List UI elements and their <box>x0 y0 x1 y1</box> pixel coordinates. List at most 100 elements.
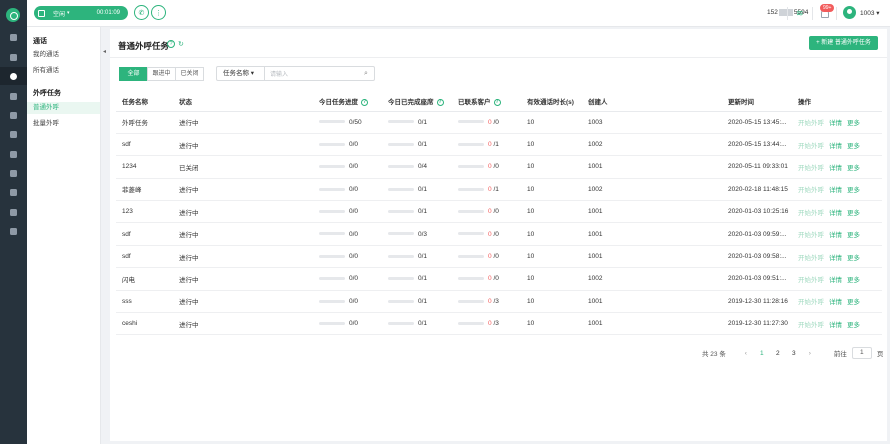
more-link[interactable]: 更多 <box>847 299 860 306</box>
page-2[interactable]: 2 <box>770 350 786 357</box>
agent-status-dropdown[interactable]: 空闲 ▾ 00:01:09 <box>34 6 128 20</box>
help-icon[interactable]: ? <box>361 98 368 106</box>
keypad-button[interactable]: ⋮ <box>151 5 166 20</box>
detail-link[interactable]: 详情 <box>829 210 842 217</box>
nav-item-batch-outbound[interactable]: 批量外呼 <box>27 118 100 130</box>
divider <box>812 7 813 20</box>
help-icon[interactable]: ? <box>436 98 444 106</box>
book-icon[interactable] <box>0 203 27 221</box>
detail-link[interactable]: 详情 <box>829 187 842 194</box>
more-link[interactable]: 更多 <box>847 255 860 262</box>
start-call-link[interactable]: 开始外呼 <box>798 277 824 284</box>
task-progress-cell: 0/0 <box>313 155 382 179</box>
more-link[interactable]: 更多 <box>847 277 860 284</box>
task-progress-cell: 0/0 <box>313 245 382 269</box>
more-link[interactable]: 更多 <box>847 187 860 194</box>
nav-item-all-calls[interactable]: 所有通话 <box>27 65 100 77</box>
user-menu[interactable]: 1003 ▾ <box>860 9 880 17</box>
detail-link[interactable]: 详情 <box>829 232 842 239</box>
more-link[interactable]: 更多 <box>847 165 860 172</box>
task-progress-cell: 0/0 <box>313 312 382 336</box>
page-1[interactable]: 1 <box>754 350 770 357</box>
task-progress-cell: 0/0 <box>313 178 382 202</box>
detail-link[interactable]: 详情 <box>829 322 842 329</box>
detail-link[interactable]: 详情 <box>829 255 842 262</box>
task-progress: 0/0 <box>349 230 359 238</box>
message-icon[interactable] <box>0 125 27 143</box>
agents-cell: 0/1 <box>382 178 452 202</box>
contacts-icon[interactable] <box>0 48 27 66</box>
progress-bar <box>319 254 345 258</box>
task-progress: 0/0 <box>349 185 359 193</box>
start-call-link[interactable]: 开始外呼 <box>798 120 824 127</box>
contacted-cell: 0 /1 <box>452 178 521 202</box>
dial-phone-button[interactable]: ✆ <box>134 5 149 20</box>
start-call-link[interactable]: 开始外呼 <box>798 232 824 239</box>
collapse-sidebar-icon[interactable]: ◂ <box>103 48 106 55</box>
prev-page-icon[interactable]: ‹ <box>738 350 754 357</box>
new-task-button[interactable]: + 新建 普通外呼任务 <box>809 36 878 50</box>
start-call-link[interactable]: 开始外呼 <box>798 322 824 329</box>
task-status: 进行中 <box>173 111 313 134</box>
report-icon[interactable] <box>0 183 27 201</box>
user-icon[interactable] <box>0 145 27 163</box>
nav-item-my-calls[interactable]: 我的通话 <box>27 49 100 61</box>
goto-page-input[interactable]: 1 <box>851 347 872 359</box>
monitor-icon[interactable] <box>0 164 27 182</box>
tab-all[interactable]: 全部 <box>119 67 148 81</box>
nav-item-normal-outbound[interactable]: 普通外呼 <box>27 102 100 114</box>
search-input[interactable]: 请输入 <box>265 69 364 78</box>
avatar[interactable] <box>843 6 856 19</box>
table-row: 1234 已关闭 0/0 0/4 0 /0 10 1001 2020-05-11 09:33:… <box>116 155 882 179</box>
secondary-sidebar: 通话 我的通话 所有通话 外呼任务 普通外呼 批量外呼 <box>27 27 101 444</box>
table-header-row: 任务名称 状态 今日任务进度? 今日已完成座席? 已联系客户? 有效通话时长(s… <box>116 91 882 112</box>
settings-icon[interactable] <box>0 222 27 240</box>
more-link[interactable]: 更多 <box>847 120 860 127</box>
progress-bar <box>319 299 345 303</box>
agents-done: 0/1 <box>418 253 428 261</box>
actions-cell: 开始外呼 详情 更多 <box>792 133 882 157</box>
filter-field-select[interactable]: 任务名称 ▾ <box>217 67 265 80</box>
start-call-link[interactable]: 开始外呼 <box>798 255 824 262</box>
detail-link[interactable]: 详情 <box>829 299 842 306</box>
start-call-link[interactable]: 开始外呼 <box>798 165 824 172</box>
chat-icon[interactable] <box>0 106 27 124</box>
start-call-link[interactable]: 开始外呼 <box>798 299 824 306</box>
tab-following[interactable]: 跟进中 <box>147 67 176 81</box>
contacted-cell: 0 /0 <box>452 200 521 224</box>
phone-icon[interactable] <box>0 67 27 85</box>
more-link[interactable]: 更多 <box>847 322 860 329</box>
col-header: 任务名称 <box>116 91 173 112</box>
updated-time: 2020-05-11 09:33:01 <box>722 155 792 179</box>
more-link[interactable]: 更多 <box>847 232 860 239</box>
notification-badge: 99+ <box>820 4 835 12</box>
next-page-icon[interactable]: › <box>802 350 818 357</box>
detail-link[interactable]: 详情 <box>829 120 842 127</box>
task-name: sdf <box>116 245 173 269</box>
detail-link[interactable]: 详情 <box>829 165 842 172</box>
start-call-link[interactable]: 开始外呼 <box>798 143 824 150</box>
document-icon[interactable] <box>0 87 27 105</box>
start-call-link[interactable]: 开始外呼 <box>798 187 824 194</box>
more-link[interactable]: 更多 <box>847 143 860 150</box>
page-3[interactable]: 3 <box>786 350 802 357</box>
progress-bar <box>319 232 345 236</box>
agents-done: 0/1 <box>418 208 428 216</box>
detail-link[interactable]: 详情 <box>829 143 842 150</box>
progress-bar <box>458 232 484 236</box>
updated-time: 2019-12-30 11:27:30 <box>722 312 792 336</box>
agents-done: 0/4 <box>418 163 428 171</box>
refresh-icon[interactable]: ↻ <box>178 40 184 48</box>
search-icon[interactable]: ⌕ <box>364 70 374 78</box>
task-progress: 0/50 <box>349 118 362 126</box>
progress-bar <box>458 142 484 146</box>
tab-closed[interactable]: 已关闭 <box>175 67 204 81</box>
start-call-link[interactable]: 开始外呼 <box>798 210 824 217</box>
help-icon[interactable]: ? <box>493 98 501 106</box>
contacted-total: /3 <box>493 320 499 328</box>
detail-link[interactable]: 详情 <box>829 277 842 284</box>
home-icon[interactable] <box>0 28 27 46</box>
task-status: 进行中 <box>173 312 313 336</box>
more-link[interactable]: 更多 <box>847 210 860 217</box>
help-icon[interactable]: ? <box>167 40 175 48</box>
